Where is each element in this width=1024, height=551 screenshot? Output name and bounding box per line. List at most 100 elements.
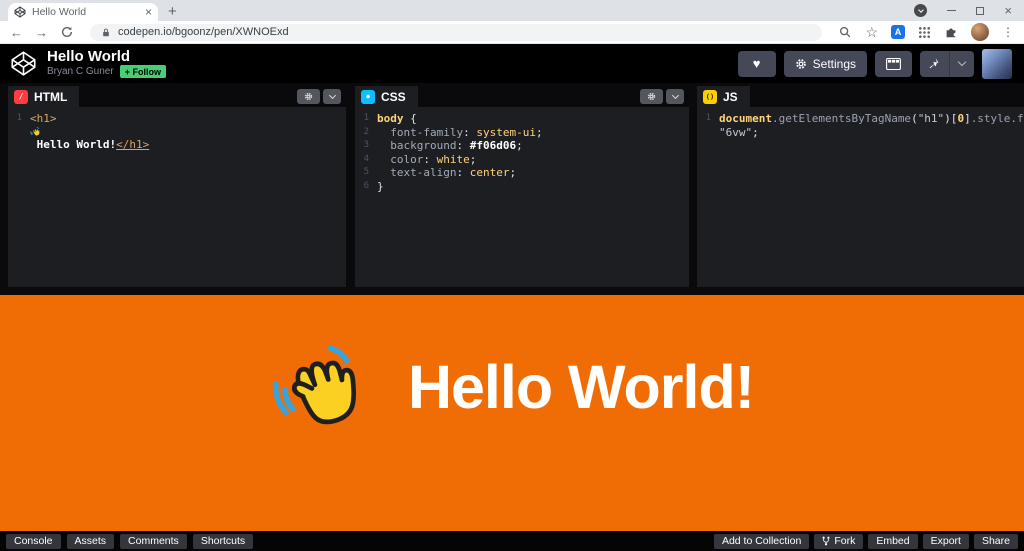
layout-view-icon <box>886 58 901 70</box>
css-panel-label: CSS <box>381 90 406 104</box>
user-avatar[interactable] <box>982 49 1012 79</box>
back-icon[interactable]: ← <box>10 26 23 39</box>
pin-button[interactable] <box>920 51 949 77</box>
chevron-down-icon <box>958 58 966 66</box>
fork-button[interactable]: Fork <box>814 534 863 549</box>
export-button[interactable]: Export <box>923 534 969 549</box>
code-line: 4 color: white; <box>355 153 689 167</box>
code-line: 5 text-align: center; <box>355 166 689 180</box>
pin-dropdown-button[interactable] <box>949 51 974 77</box>
gear-icon <box>304 92 313 101</box>
chevron-down-icon <box>918 7 924 13</box>
html-icon: / <box>14 90 28 104</box>
code-line: 2 font-family: system-ui; <box>355 126 689 140</box>
add-to-collection-button[interactable]: Add to Collection <box>714 534 809 549</box>
html-settings-button[interactable] <box>297 89 320 104</box>
window-minimize-button[interactable] <box>947 10 956 11</box>
extensions-puzzle-icon[interactable] <box>944 25 958 39</box>
js-panel-label: JS <box>723 90 738 104</box>
code-line: 1<h1> Hello World!</h1> <box>8 112 346 151</box>
css-collapse-button[interactable] <box>666 89 684 104</box>
console-button[interactable]: Console <box>6 534 61 549</box>
browser-profile-avatar[interactable] <box>971 23 989 41</box>
settings-button[interactable]: Settings <box>784 51 867 77</box>
fork-icon <box>822 536 830 546</box>
line-number: 5 <box>355 166 377 180</box>
header-actions: ♥ Settings <box>738 49 1012 79</box>
html-editor-panel: / HTML 1<h1> Hello World!</h1> <box>8 86 346 287</box>
code-line: 1document.getElementsByTagName("h1")[0].… <box>697 112 1024 126</box>
tab-title: Hello World <box>32 6 139 18</box>
reload-icon[interactable] <box>60 25 74 39</box>
embed-button[interactable]: Embed <box>868 534 917 549</box>
line-number: 3 <box>355 139 377 153</box>
gear-icon <box>647 92 656 101</box>
codepen-favicon-icon <box>14 6 26 18</box>
preview-heading: Hello World! <box>408 337 754 437</box>
pen-title: Hello World <box>47 49 166 64</box>
tab-js[interactable]: () JS <box>697 86 750 107</box>
pin-button-group <box>920 51 974 77</box>
html-panel-label: HTML <box>34 90 67 104</box>
window-controls: × <box>902 0 1024 21</box>
line-number: 1 <box>355 112 377 126</box>
result-preview: Hello World! <box>0 295 1024 531</box>
waving-hand-emoji <box>30 126 42 138</box>
pin-icon <box>929 57 940 70</box>
js-panel-header: () JS <box>697 86 1024 107</box>
css-panel-header: ● CSS <box>355 86 689 107</box>
css-settings-button[interactable] <box>640 89 663 104</box>
translate-icon[interactable]: A <box>891 25 905 39</box>
browser-address-bar: ← → codepen.io/bgoonz/pen/XWNOExd ☆ A <box>0 21 1024 44</box>
new-tab-button[interactable]: + <box>168 4 177 19</box>
waving-hand-emoji <box>270 337 374 437</box>
follow-button[interactable]: + Follow <box>120 65 166 78</box>
shortcuts-button[interactable]: Shortcuts <box>193 534 253 549</box>
settings-label: Settings <box>813 57 856 71</box>
pen-titles: Hello World Bryan C Guner + Follow <box>47 49 166 78</box>
window-maximize-button[interactable] <box>976 7 984 15</box>
tab-css[interactable]: ● CSS <box>355 86 418 107</box>
url-bar[interactable]: codepen.io/bgoonz/pen/XWNOExd <box>90 24 822 41</box>
codepen-logo-icon[interactable] <box>10 50 37 77</box>
editor-panels: / HTML 1<h1> Hello World!</h1> <box>0 83 1024 295</box>
html-code-editor[interactable]: 1<h1> Hello World!</h1> <box>8 107 346 287</box>
apps-grid-icon[interactable] <box>918 26 931 39</box>
assets-button[interactable]: Assets <box>67 534 115 549</box>
code-line: 1body { <box>355 112 689 126</box>
padlock-icon <box>101 27 111 38</box>
zoom-icon[interactable] <box>838 25 852 39</box>
browser-menu-icon[interactable]: ⋮ <box>1002 25 1014 39</box>
heart-icon: ♥ <box>753 56 761 71</box>
gear-icon <box>795 58 807 70</box>
comments-button[interactable]: Comments <box>120 534 187 549</box>
browser-tab[interactable]: Hello World × <box>8 3 158 21</box>
pen-author-link[interactable]: Bryan C Guner <box>47 66 114 77</box>
change-view-button[interactable] <box>875 51 912 77</box>
tab-close-icon[interactable]: × <box>145 6 152 18</box>
tab-html[interactable]: / HTML <box>8 86 79 107</box>
browser-update-icon[interactable] <box>914 4 927 17</box>
line-number: 2 <box>355 126 377 140</box>
code-line: "6vw"; <box>697 126 1024 140</box>
chevron-down-icon <box>328 92 335 99</box>
line-number: 1 <box>697 112 719 126</box>
html-panel-header: / HTML <box>8 86 346 107</box>
window-close-button[interactable]: × <box>1004 4 1012 17</box>
css-code-editor[interactable]: 1body {2 font-family: system-ui;3 backgr… <box>355 107 689 287</box>
like-button[interactable]: ♥ <box>738 51 776 77</box>
chevron-down-icon <box>671 92 678 99</box>
js-icon: () <box>703 90 717 104</box>
js-code-editor[interactable]: 1document.getElementsByTagName("h1")[0].… <box>697 107 1024 287</box>
browser-tab-bar: Hello World × + × <box>0 0 1024 21</box>
line-number: 1 <box>8 112 30 151</box>
line-number: 4 <box>355 153 377 167</box>
line-number: 6 <box>355 180 377 194</box>
html-collapse-button[interactable] <box>323 89 341 104</box>
forward-icon[interactable]: → <box>35 26 48 39</box>
share-button[interactable]: Share <box>974 534 1018 549</box>
css-icon: ● <box>361 90 375 104</box>
line-number <box>697 126 719 140</box>
waving-hand-emoji <box>270 337 374 441</box>
bookmark-star-icon[interactable]: ☆ <box>865 25 878 39</box>
